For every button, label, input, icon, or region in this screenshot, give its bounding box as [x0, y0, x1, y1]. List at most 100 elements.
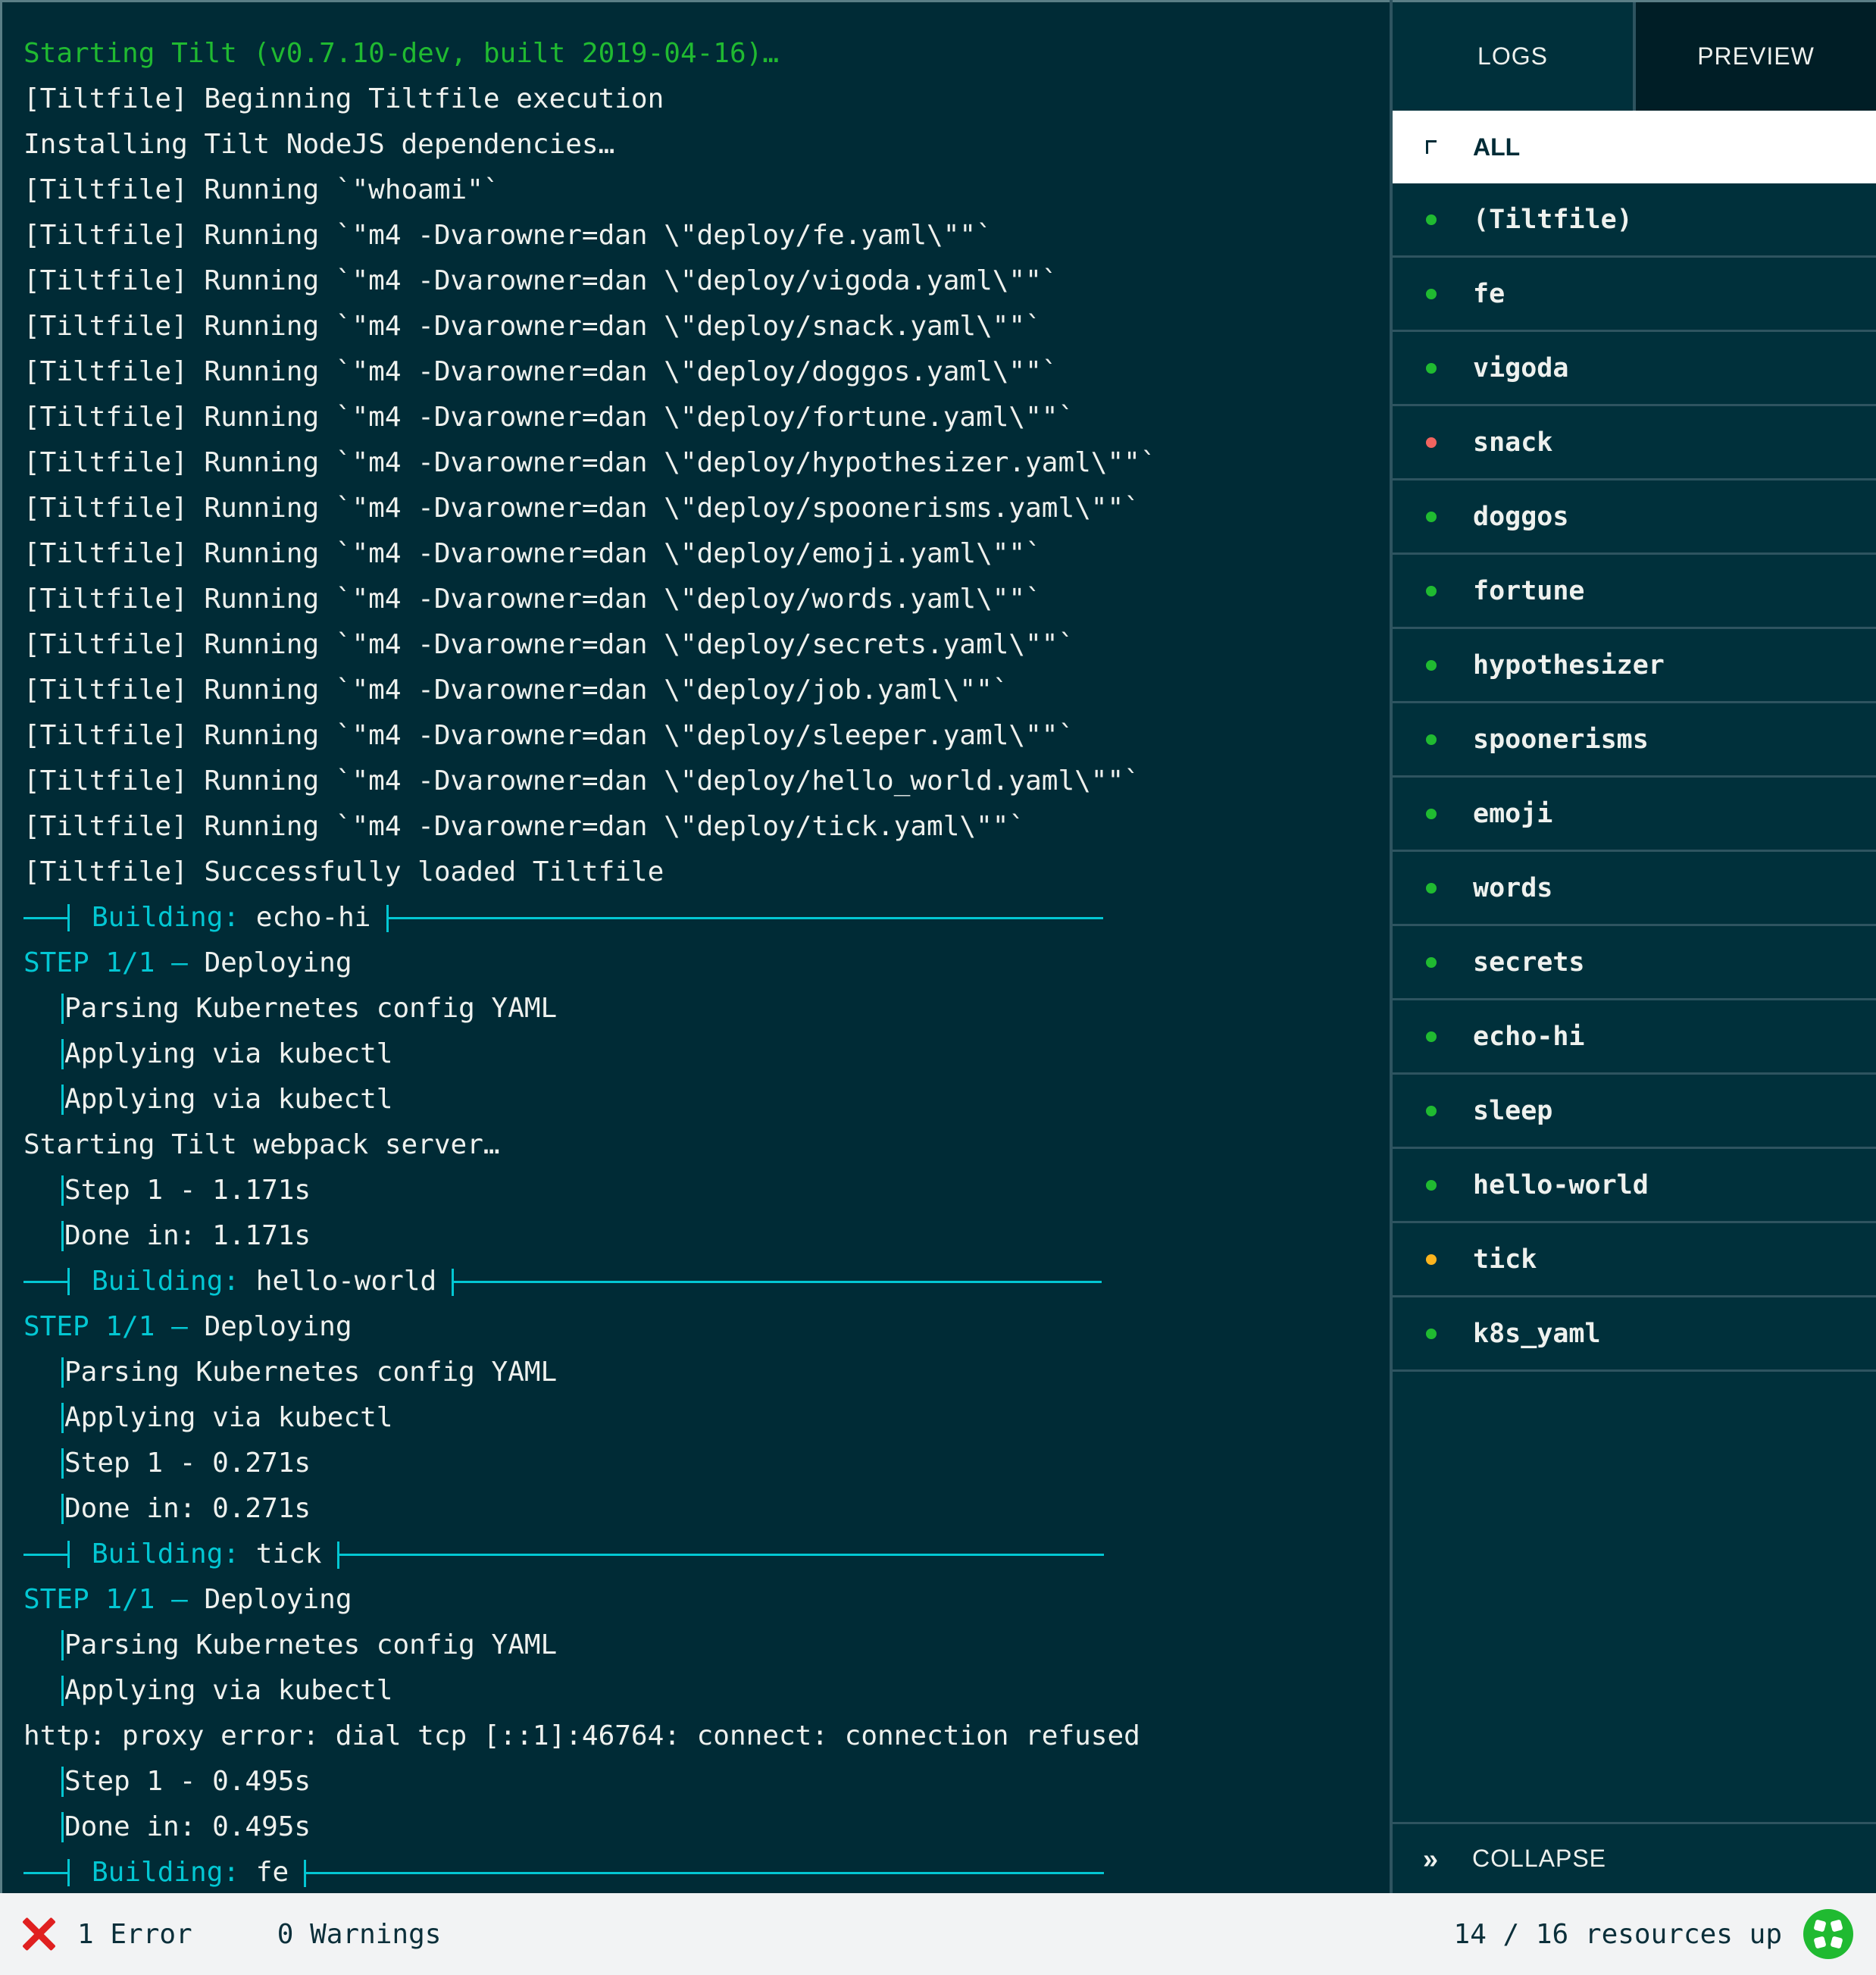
resource-name: words	[1473, 872, 1553, 903]
sidebar-item-all[interactable]: ALL	[1393, 111, 1876, 183]
error-x-icon	[20, 1915, 58, 1953]
status-dot-icon	[1426, 956, 1437, 968]
build-header: Building: echo-hi	[2, 895, 1390, 941]
build-header: Building: tick	[2, 1532, 1390, 1577]
sidebar-item-resource[interactable]: words	[1393, 852, 1876, 926]
resource-name: k8s_yaml	[1473, 1318, 1601, 1349]
tilt-logo-icon	[1803, 1909, 1853, 1959]
resources-up-count: 14 / 16 resources up	[1453, 1918, 1782, 1950]
build-label: Building:	[92, 1538, 240, 1570]
build-bar	[67, 1859, 70, 1886]
log-line: [Tiltfile] Running `"m4 -Dvarowner=dan \…	[23, 402, 1075, 433]
resource-name: doggos	[1473, 501, 1569, 532]
double-chevron-right-icon: »	[1423, 1842, 1440, 1874]
sidebar-item-resource[interactable]: spoonerisms	[1393, 703, 1876, 778]
resource-name: hypothesizer	[1473, 649, 1665, 681]
log-line: [Tiltfile] Running `"m4 -Dvarowner=dan \…	[23, 538, 1042, 569]
build-rule-left	[23, 1554, 67, 1556]
collapse-button[interactable]: » COLLAPSE	[1393, 1822, 1876, 1893]
step-text: Deploying	[204, 1584, 352, 1615]
collapse-label: COLLAPSE	[1472, 1845, 1606, 1872]
log-line: http: proxy error: dial tcp [::1]:46764:…	[23, 1720, 1140, 1751]
log-line-indented: Done in: 0.271s	[2, 1486, 1390, 1532]
status-dot-icon	[1426, 511, 1437, 522]
error-count[interactable]: 1 Error	[77, 1919, 192, 1950]
log-line: [Tiltfile] Running `"m4 -Dvarowner=dan \…	[23, 675, 1009, 706]
step-line: STEP 1/1 — Deploying	[2, 941, 1390, 986]
resource-name: (Tiltfile)	[1473, 204, 1633, 235]
status-dot-icon	[1426, 659, 1437, 671]
sidebar-item-resource[interactable]: echo-hi	[1393, 1000, 1876, 1075]
log-line: [Tiltfile] Running `"m4 -Dvarowner=dan \…	[23, 584, 1042, 615]
sidebar-item-resource[interactable]: hypothesizer	[1393, 629, 1876, 703]
log-line: [Tiltfile] Successfully loaded Tiltfile	[23, 856, 664, 887]
build-rule-right	[386, 905, 1103, 932]
status-dot-icon	[1426, 808, 1437, 819]
step-line: STEP 1/1 — Deploying	[2, 1304, 1390, 1350]
sidebar-item-resource[interactable]: sleep	[1393, 1075, 1876, 1149]
sidebar-item-resource[interactable]: (Tiltfile)	[1393, 183, 1876, 258]
sidebar-tabs: LOGS PREVIEW	[1393, 0, 1876, 111]
sidebar-item-resource[interactable]: fortune	[1393, 555, 1876, 629]
build-header: Building: fe	[2, 1850, 1390, 1893]
log-line-indented: Parsing Kubernetes config YAML	[2, 986, 1390, 1031]
build-bar	[67, 904, 70, 931]
tab-preview[interactable]: PREVIEW	[1636, 2, 1876, 111]
resource-name: vigoda	[1473, 352, 1569, 383]
corner-icon	[1426, 140, 1437, 154]
resource-name: tick	[1473, 1244, 1537, 1275]
status-dot-icon	[1426, 1031, 1437, 1042]
sidebar-item-resource[interactable]: hello-world	[1393, 1149, 1876, 1223]
tab-logs[interactable]: LOGS	[1393, 2, 1636, 111]
resource-name: hello-world	[1473, 1169, 1649, 1200]
step-label: STEP 1/1 —	[23, 1311, 188, 1342]
build-label: Building:	[92, 1266, 240, 1297]
log-line-indented: Parsing Kubernetes config YAML	[2, 1350, 1390, 1395]
build-rule-left	[23, 1281, 67, 1283]
resource-name: snack	[1473, 427, 1553, 458]
sidebar-item-resource[interactable]: tick	[1393, 1223, 1876, 1297]
status-dot-icon	[1426, 1179, 1437, 1191]
log-line: [Tiltfile] Running `"m4 -Dvarowner=dan \…	[23, 629, 1075, 660]
status-dot-icon	[1426, 288, 1437, 299]
sidebar-item-resource[interactable]: secrets	[1393, 926, 1876, 1000]
log-line-indented: Applying via kubectl	[2, 1668, 1390, 1714]
build-target: tick	[255, 1538, 322, 1570]
status-dot-icon	[1426, 362, 1437, 374]
build-rule-right	[452, 1269, 1102, 1296]
resource-name: secrets	[1473, 947, 1585, 978]
status-dot-icon	[1426, 437, 1437, 448]
log-line: [Tiltfile] Running `"m4 -Dvarowner=dan \…	[23, 811, 1026, 842]
sidebar-item-resource[interactable]: snack	[1393, 406, 1876, 480]
log-line-indented: Parsing Kubernetes config YAML	[2, 1623, 1390, 1668]
status-bar: 1 Error 0 Warnings 14 / 16 resources up	[0, 1893, 1876, 1975]
sidebar-item-resource[interactable]: k8s_yaml	[1393, 1297, 1876, 1372]
resource-name: emoji	[1473, 798, 1553, 829]
sidebar-item-resource[interactable]: vigoda	[1393, 332, 1876, 406]
status-dot-icon	[1426, 1328, 1437, 1339]
log-line: [Tiltfile] Running `"m4 -Dvarowner=dan \…	[23, 493, 1140, 524]
sidebar-item-resource[interactable]: emoji	[1393, 778, 1876, 852]
resource-list: (Tiltfile) fe vigoda snack doggos fortune hypo…	[1393, 183, 1876, 1372]
status-dot-icon	[1426, 1254, 1437, 1265]
log-line: [Tiltfile] Running `"m4 -Dvarowner=dan \…	[23, 311, 1042, 342]
build-rule-right	[337, 1542, 1104, 1569]
log-pane[interactable]: Starting Tilt (v0.7.10-dev, built 2019-0…	[0, 0, 1390, 1893]
resource-name: echo-hi	[1473, 1021, 1585, 1052]
build-rule-left	[23, 1872, 67, 1874]
build-label: Building:	[92, 1857, 240, 1888]
step-line: STEP 1/1 — Deploying	[2, 1577, 1390, 1623]
log-line-indented: Applying via kubectl	[2, 1077, 1390, 1122]
sidebar-item-resource[interactable]: doggos	[1393, 480, 1876, 555]
sidebar-item-resource[interactable]: fe	[1393, 258, 1876, 332]
build-label: Building:	[92, 902, 240, 933]
build-bar	[67, 1268, 70, 1295]
sidebar-item-label: ALL	[1473, 133, 1521, 161]
step-text: Deploying	[204, 1311, 352, 1342]
sidebar: LOGS PREVIEW ALL (Tiltfile) fe vigoda snack…	[1390, 0, 1876, 1893]
warning-count[interactable]: 0 Warnings	[277, 1919, 442, 1950]
log-line-indented: Applying via kubectl	[2, 1395, 1390, 1441]
log-line: [Tiltfile] Running `"m4 -Dvarowner=dan \…	[23, 356, 1058, 387]
log-line: [Tiltfile] Running `"whoami"`	[23, 174, 500, 205]
log-line: [Tiltfile] Running `"m4 -Dvarowner=dan \…	[23, 765, 1140, 797]
